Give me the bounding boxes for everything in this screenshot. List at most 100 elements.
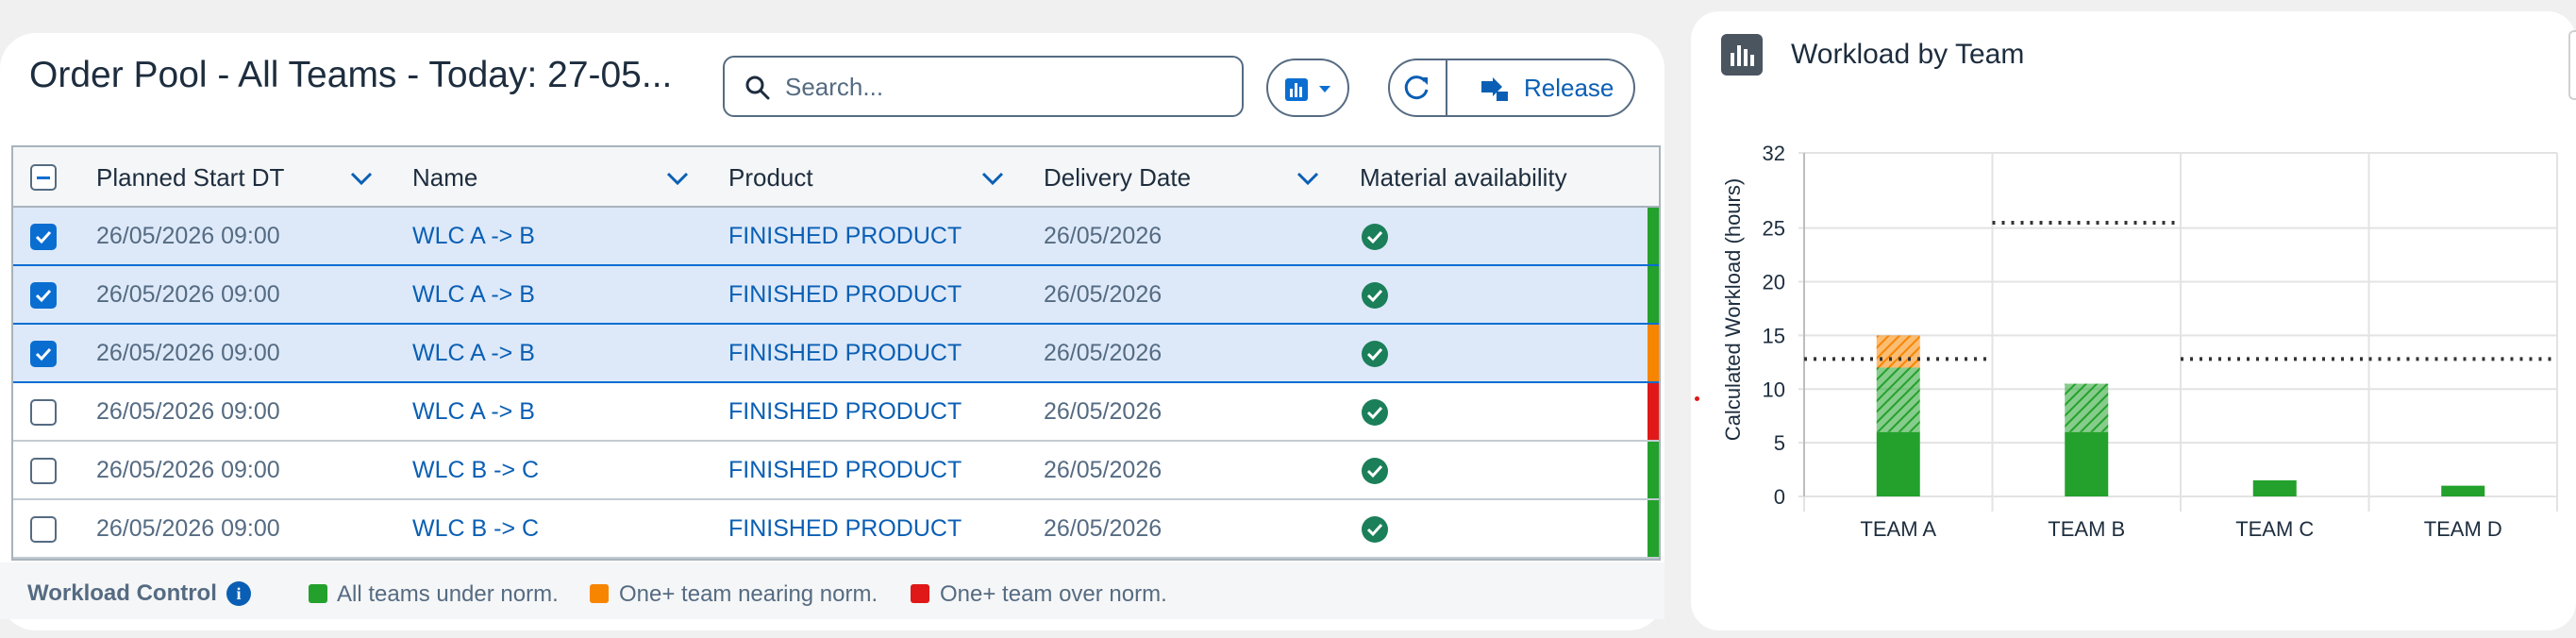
- legend-swatch-green: [309, 584, 327, 603]
- legend-swatch-red: [911, 584, 929, 603]
- check-circle-icon: [1362, 341, 1388, 367]
- y-tick-label: 5: [1774, 431, 1785, 455]
- workload-control-label: Workload Control: [27, 580, 217, 606]
- release-label: Release: [1524, 74, 1614, 102]
- y-tick-label: 25: [1763, 217, 1785, 241]
- col-header-name[interactable]: Name: [412, 163, 477, 193]
- search-input[interactable]: [785, 67, 1229, 107]
- cell-delivery-date: 26/05/2026: [1044, 340, 1163, 366]
- table-row[interactable]: 26/05/2026 09:00 WLC B -> C FINISHED PRODU…: [13, 500, 1659, 559]
- status-bar: [1648, 383, 1659, 440]
- cell-product-link[interactable]: FINISHED PRODUCT: [728, 515, 962, 543]
- status-bar: [1648, 442, 1659, 498]
- col-header-product[interactable]: Product: [728, 163, 813, 193]
- bar-segment[interactable]: [2252, 479, 2297, 496]
- status-bar: [1648, 500, 1659, 557]
- check-circle-icon: [1362, 516, 1388, 543]
- cell-delivery-date: 26/05/2026: [1044, 457, 1163, 483]
- chart-menu-button[interactable]: [1266, 59, 1349, 117]
- table-header: Planned Start DT Name Product Delivery D…: [13, 147, 1659, 208]
- cell-product-link[interactable]: FINISHED PRODUCT: [728, 281, 962, 309]
- col-header-planned-start[interactable]: Planned Start DT: [96, 163, 284, 193]
- cell-name-link[interactable]: WLC A -> B: [412, 340, 535, 367]
- status-bar: [1648, 208, 1659, 264]
- cell-product-link[interactable]: FINISHED PRODUCT: [728, 340, 962, 367]
- check-circle-icon: [1362, 458, 1388, 484]
- table-row[interactable]: 26/05/2026 09:00 WLC A -> B FINISHED PRODU…: [13, 208, 1659, 266]
- cell-product-link[interactable]: FINISHED PRODUCT: [728, 457, 962, 484]
- refresh-button[interactable]: [1390, 60, 1446, 115]
- y-tick-label: 10: [1763, 378, 1785, 401]
- cell-name-link[interactable]: WLC B -> C: [412, 457, 539, 484]
- table-row[interactable]: 26/05/2026 09:00 WLC A -> B FINISHED PRODU…: [13, 325, 1659, 383]
- bar-segment[interactable]: [1876, 335, 1920, 368]
- order-table: Planned Start DT Name Product Delivery D…: [11, 145, 1661, 561]
- cell-planned-start: 26/05/2026 09:00: [96, 457, 280, 483]
- workload-chart: 0 5 10 15 20 25 32 TEAM A TEAM B TEAM C TEAM D Ca…: [1721, 142, 2558, 541]
- cell-product-link[interactable]: FINISHED PRODUCT: [728, 398, 962, 426]
- legend-label-under: All teams under norm.: [337, 581, 559, 607]
- bar-segment[interactable]: [2065, 431, 2109, 496]
- x-tick-label: TEAM D: [2424, 517, 2502, 541]
- refresh-icon: [1404, 76, 1429, 100]
- cell-name-link[interactable]: WLC B -> C: [412, 515, 539, 543]
- bar-chart-icon: [1285, 78, 1308, 101]
- chevron-down-icon[interactable]: [663, 166, 692, 189]
- panel-scroll-handle[interactable]: [2568, 30, 2576, 100]
- release-icon: [1481, 77, 1508, 101]
- search-icon: [745, 76, 770, 100]
- caret-down-icon: [1319, 86, 1330, 92]
- cell-planned-start: 26/05/2026 09:00: [96, 223, 280, 249]
- legend-swatch-orange: [590, 584, 609, 603]
- col-header-material-availability[interactable]: Material availability: [1360, 163, 1567, 193]
- bar-segment[interactable]: [2065, 383, 2109, 432]
- y-tick-label: 0: [1774, 485, 1785, 509]
- row-checkbox[interactable]: [30, 458, 57, 484]
- row-checkbox[interactable]: [30, 282, 57, 309]
- cell-planned-start: 26/05/2026 09:00: [96, 340, 280, 366]
- y-tick-label: 20: [1763, 271, 1785, 294]
- chevron-down-icon[interactable]: [1294, 166, 1322, 189]
- chevron-down-icon[interactable]: [347, 166, 376, 189]
- cell-name-link[interactable]: WLC A -> B: [412, 281, 535, 309]
- y-axis-title: Calculated Workload (hours): [1721, 178, 1745, 441]
- row-checkbox[interactable]: [30, 399, 57, 426]
- info-icon[interactable]: i: [226, 581, 251, 606]
- row-checkbox[interactable]: [30, 516, 57, 543]
- table-row[interactable]: 26/05/2026 09:00 WLC A -> B FINISHED PRODU…: [13, 383, 1659, 442]
- cell-product-link[interactable]: FINISHED PRODUCT: [728, 223, 962, 250]
- bar-segment[interactable]: [1876, 367, 1920, 432]
- cell-planned-start: 26/05/2026 09:00: [96, 281, 280, 308]
- cell-name-link[interactable]: WLC A -> B: [412, 223, 535, 250]
- bar-chart-icon: [1721, 34, 1763, 76]
- x-tick-label: TEAM B: [2048, 517, 2125, 541]
- cell-delivery-date: 26/05/2026: [1044, 281, 1163, 308]
- chart-title: Workload by Team: [1791, 39, 2025, 70]
- y-tick-label: 15: [1763, 324, 1785, 347]
- release-button[interactable]: Release: [1447, 60, 1633, 115]
- x-tick-label: TEAM C: [2235, 517, 2314, 541]
- status-bar: [1648, 266, 1659, 323]
- workload-legend: Workload Control i All teams under norm.…: [0, 562, 1664, 619]
- bar-segment[interactable]: [2441, 485, 2485, 496]
- select-all-checkbox[interactable]: [30, 164, 57, 191]
- row-checkbox[interactable]: [30, 341, 57, 367]
- table-row[interactable]: 26/05/2026 09:00 WLC A -> B FINISHED PRODU…: [13, 266, 1659, 325]
- row-checkbox[interactable]: [30, 224, 57, 250]
- cell-name-link[interactable]: WLC A -> B: [412, 398, 535, 426]
- table-row[interactable]: 26/05/2026 09:00 WLC B -> C FINISHED PRODU…: [13, 442, 1659, 500]
- x-tick-label: TEAM A: [1860, 517, 1936, 541]
- cell-planned-start: 26/05/2026 09:00: [96, 398, 280, 425]
- status-bar: [1648, 325, 1659, 381]
- search-field[interactable]: [723, 56, 1244, 117]
- cell-delivery-date: 26/05/2026: [1044, 398, 1163, 425]
- y-tick-label: 32: [1763, 142, 1785, 165]
- chevron-down-icon[interactable]: [979, 166, 1007, 189]
- bar-segment[interactable]: [1876, 431, 1920, 496]
- col-header-delivery-date[interactable]: Delivery Date: [1044, 163, 1191, 193]
- action-button-group: Release: [1388, 59, 1635, 117]
- legend-label-nearing: One+ team nearing norm.: [619, 581, 878, 607]
- check-circle-icon: [1362, 282, 1388, 309]
- cell-planned-start: 26/05/2026 09:00: [96, 515, 280, 542]
- cell-delivery-date: 26/05/2026: [1044, 515, 1163, 542]
